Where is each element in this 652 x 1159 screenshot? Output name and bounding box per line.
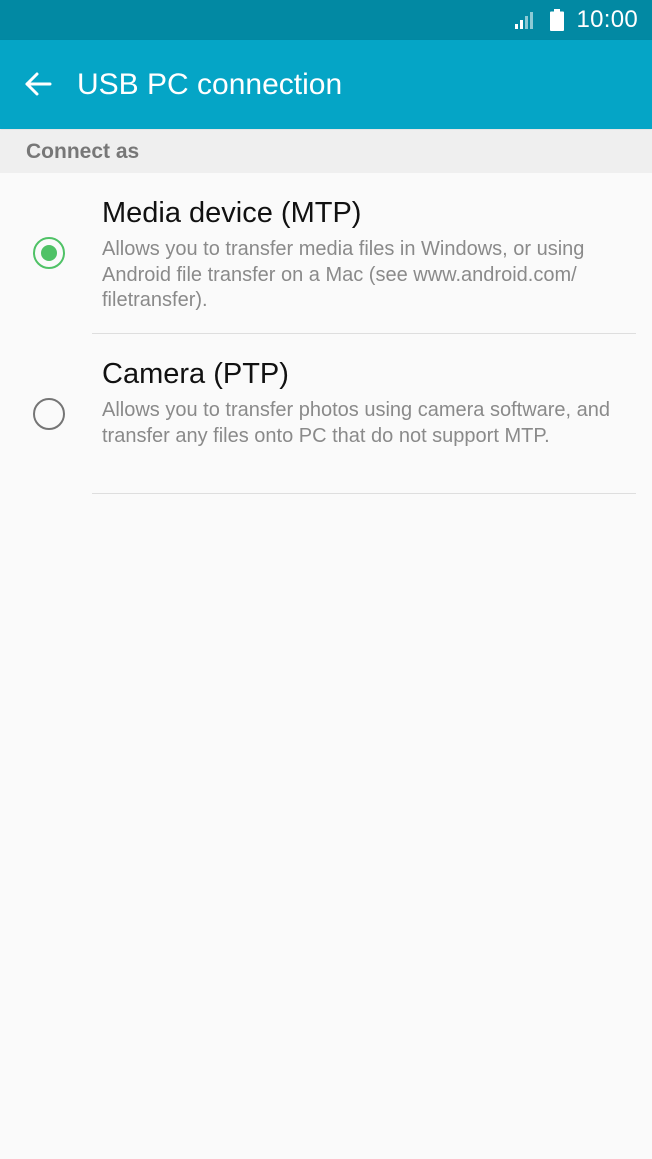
radio-button-mtp[interactable] [33,237,65,269]
option-description: Allows you to transfer media files in Wi… [102,238,585,311]
option-title: Camera (PTP) [102,358,289,390]
divider [92,493,636,494]
status-indicators: 10:00 [514,0,638,40]
section-header: Connect as [0,130,652,173]
page-title: USB PC connection [77,68,343,101]
option-title: Media device (MTP) [102,197,362,229]
option-camera-ptp[interactable]: Camera (PTP) Allows you to transfer phot… [0,334,652,493]
app-bar: USB PC connection [0,40,652,129]
battery-icon [550,9,565,31]
signal-icon [515,12,534,29]
option-description: Allows you to transfer photos using came… [102,399,611,447]
usb-pc-connection-screen: 10:00 USB PC connection Connect as Media… [0,0,652,1159]
section-header-label: Connect as [26,140,140,163]
back-button[interactable] [18,64,58,104]
back-arrow-icon [25,72,52,96]
option-media-device-mtp[interactable]: Media device (MTP) Allows you to transfe… [0,173,652,333]
status-time: 10:00 [576,6,638,33]
status-bar: 10:00 [0,0,652,40]
radio-button-ptp[interactable] [33,398,65,430]
